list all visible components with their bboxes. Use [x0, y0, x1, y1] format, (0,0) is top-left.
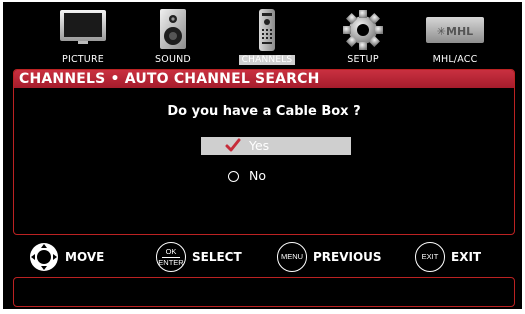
menu-label: SOUND [155, 54, 191, 65]
radio-icon [225, 167, 241, 187]
option-no[interactable]: No [201, 167, 351, 185]
cable-box-question: Do you have a Cable Box ? [167, 104, 361, 119]
top-menu: PICTURE SOUND CHANNELS SETUP ✳MHL MHL/AC… [3, 2, 522, 66]
option-label: Yes [249, 138, 270, 153]
option-yes[interactable]: Yes [201, 137, 351, 155]
menu-label: PICTURE [62, 54, 104, 65]
mhl-logo-icon: ✳MHL [425, 14, 485, 46]
hint-label: EXIT [451, 250, 482, 264]
dpad-icon [29, 242, 59, 272]
menu-item-channels[interactable]: CHANNELS [221, 6, 313, 66]
exit-button-icon: EXIT [415, 242, 445, 272]
menu-item-setup[interactable]: SETUP [317, 6, 409, 66]
menu-label: MHL/ACC [432, 54, 478, 65]
option-label: No [249, 168, 266, 183]
picture-icon [59, 8, 107, 46]
menu-item-sound[interactable]: SOUND [127, 6, 219, 66]
hint-label: MOVE [65, 250, 105, 264]
auto-channel-search-panel: CHANNELS • AUTO CHANNEL SEARCH Do you ha… [13, 69, 515, 235]
svg-text:✳MHL: ✳MHL [437, 25, 473, 38]
sound-icon [158, 8, 188, 50]
control-hints: MOVE OK ENTER SELECT MENU PREVIOUS EXIT … [3, 240, 522, 274]
hint-label: PREVIOUS [313, 250, 382, 264]
menu-button-icon: MENU [277, 242, 307, 272]
ok-enter-button-icon: OK ENTER [156, 242, 186, 272]
menu-label: CHANNELS [239, 55, 295, 65]
hint-label: SELECT [192, 250, 242, 264]
menu-item-mhl-acc[interactable]: ✳MHL MHL/ACC [409, 6, 501, 66]
menu-item-picture[interactable]: PICTURE [37, 6, 129, 66]
checkmark-icon [225, 137, 241, 159]
menu-label: SETUP [347, 54, 379, 65]
gear-icon [341, 8, 385, 52]
tv-screen: PICTURE SOUND CHANNELS SETUP ✳MHL MHL/AC… [3, 2, 522, 309]
remote-icon [257, 8, 277, 52]
status-bar [13, 277, 515, 307]
panel-title: CHANNELS • AUTO CHANNEL SEARCH [14, 70, 514, 88]
